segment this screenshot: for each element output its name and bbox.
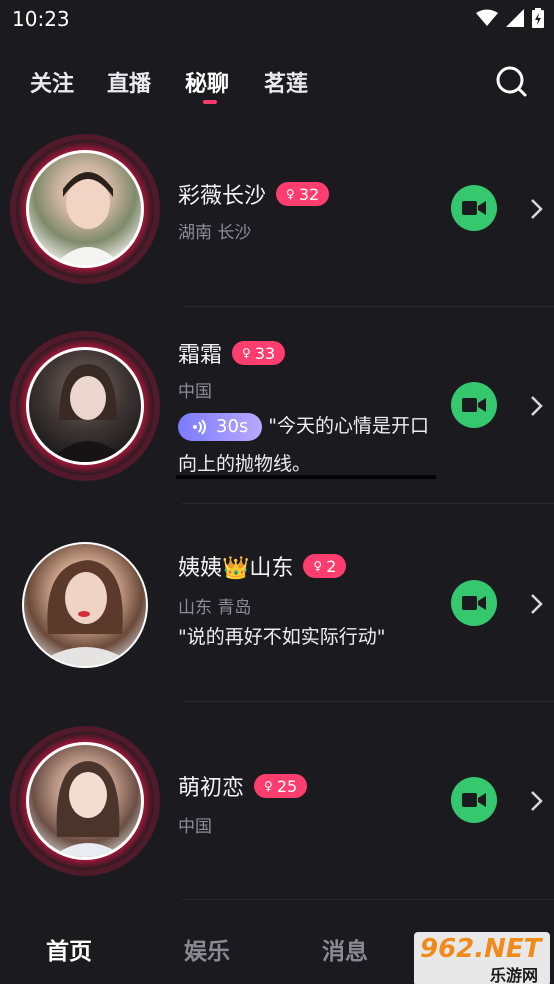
avatar-portrait bbox=[34, 560, 136, 666]
level-badge: ♀ 32 bbox=[276, 182, 330, 206]
chevron-right-icon[interactable] bbox=[528, 593, 544, 615]
user-name-row: 萌初恋 ♀ 25 bbox=[178, 770, 308, 802]
bottom-nav: 首页 娱乐 消息 962.NET 乐游网 bbox=[0, 908, 554, 984]
tab-messages[interactable]: 消息 bbox=[322, 932, 368, 966]
sound-wave-icon bbox=[193, 418, 206, 435]
user-name: 姨姨👑山东 bbox=[178, 556, 294, 581]
tab-minglian[interactable]: 茗莲 bbox=[264, 66, 308, 98]
tab-entertainment[interactable]: 娱乐 bbox=[184, 932, 230, 966]
video-camera-icon bbox=[462, 793, 486, 807]
chevron-right-icon[interactable] bbox=[528, 198, 544, 220]
battery-icon bbox=[532, 8, 544, 28]
voice-duration: 30s bbox=[216, 415, 249, 437]
female-icon: ♀ bbox=[313, 559, 323, 573]
level-badge: ♀ 25 bbox=[254, 774, 308, 798]
avatar[interactable] bbox=[16, 337, 154, 475]
signal-icon bbox=[506, 9, 524, 27]
chevron-right-icon[interactable] bbox=[528, 395, 544, 417]
level-badge: ♀ 2 bbox=[303, 554, 347, 578]
tab-live[interactable]: 直播 bbox=[107, 66, 151, 98]
divider bbox=[182, 899, 554, 900]
user-name: 萌初恋 bbox=[178, 776, 245, 801]
watermark-text-bottom: 乐游网 bbox=[490, 966, 539, 984]
search-icon[interactable] bbox=[494, 64, 528, 98]
avatar-portrait bbox=[48, 364, 128, 462]
female-icon: ♀ bbox=[264, 779, 273, 793]
watermark-text-top: 962.NET bbox=[420, 934, 542, 964]
level-value: 25 bbox=[276, 776, 298, 796]
user-quote: 30s "今天的心情是开口向上的抛物线。 bbox=[178, 407, 433, 483]
user-name: 彩薇长沙 bbox=[178, 184, 267, 209]
app-screen: 10:23 关注 直播 秘聊 茗莲 彩薇长沙 ♀ 32 湖南 长沙 霜霜 ♀ 3… bbox=[0, 0, 554, 984]
watermark-logo: 962.NET 乐游网 bbox=[414, 932, 550, 984]
user-name-row: 姨姨👑山东 ♀ 2 bbox=[178, 550, 347, 582]
active-tab-indicator bbox=[203, 100, 217, 104]
avatar-portrait bbox=[52, 761, 124, 857]
level-value: 32 bbox=[298, 184, 320, 204]
status-time: 10:23 bbox=[12, 7, 70, 31]
video-camera-icon bbox=[462, 201, 486, 215]
video-call-button[interactable] bbox=[451, 185, 497, 231]
user-location: 湖南 长沙 bbox=[178, 223, 252, 243]
tab-follow[interactable]: 关注 bbox=[30, 66, 74, 98]
user-name-row: 霜霜 ♀ 33 bbox=[178, 337, 286, 369]
avatar-portrait bbox=[54, 172, 122, 265]
level-value: 33 bbox=[254, 343, 276, 363]
level-value: 2 bbox=[326, 556, 337, 576]
video-call-button[interactable] bbox=[451, 777, 497, 823]
list-item[interactable]: 姨姨👑山东 ♀ 2 山东 青岛 "说的再好不如实际行动" bbox=[0, 504, 554, 702]
video-call-button[interactable] bbox=[451, 382, 497, 428]
user-name: 霜霜 bbox=[178, 343, 223, 368]
user-location: 山东 青岛 bbox=[178, 598, 252, 618]
video-camera-icon bbox=[462, 596, 486, 610]
list-item[interactable]: 彩薇长沙 ♀ 32 湖南 长沙 bbox=[0, 110, 554, 308]
text-underline bbox=[176, 475, 436, 479]
level-badge: ♀ 33 bbox=[232, 341, 286, 365]
status-icons bbox=[476, 8, 544, 28]
avatar[interactable] bbox=[16, 732, 154, 870]
avatar[interactable] bbox=[16, 140, 154, 278]
female-icon: ♀ bbox=[286, 187, 295, 201]
user-quote: "说的再好不如实际行动" bbox=[178, 626, 386, 648]
wifi-icon bbox=[476, 9, 498, 26]
user-location: 中国 bbox=[178, 382, 212, 402]
list-item[interactable]: 萌初恋 ♀ 25 中国 bbox=[0, 702, 554, 900]
tab-secret-chat[interactable]: 秘聊 bbox=[185, 66, 229, 98]
list-item[interactable]: 霜霜 ♀ 33 中国 30s "今天的心情是开口向上的抛物线。 bbox=[0, 307, 554, 505]
user-name-row: 彩薇长沙 ♀ 32 bbox=[178, 178, 330, 210]
video-call-button[interactable] bbox=[451, 580, 497, 626]
chevron-right-icon[interactable] bbox=[528, 790, 544, 812]
top-nav: 关注 直播 秘聊 茗莲 bbox=[0, 52, 554, 112]
status-bar: 10:23 bbox=[0, 0, 554, 40]
female-icon: ♀ bbox=[242, 346, 251, 360]
voice-message-button[interactable]: 30s bbox=[178, 412, 263, 441]
avatar[interactable] bbox=[22, 542, 148, 668]
video-camera-icon bbox=[462, 398, 486, 412]
tab-home[interactable]: 首页 bbox=[46, 932, 92, 966]
user-location: 中国 bbox=[178, 817, 212, 837]
